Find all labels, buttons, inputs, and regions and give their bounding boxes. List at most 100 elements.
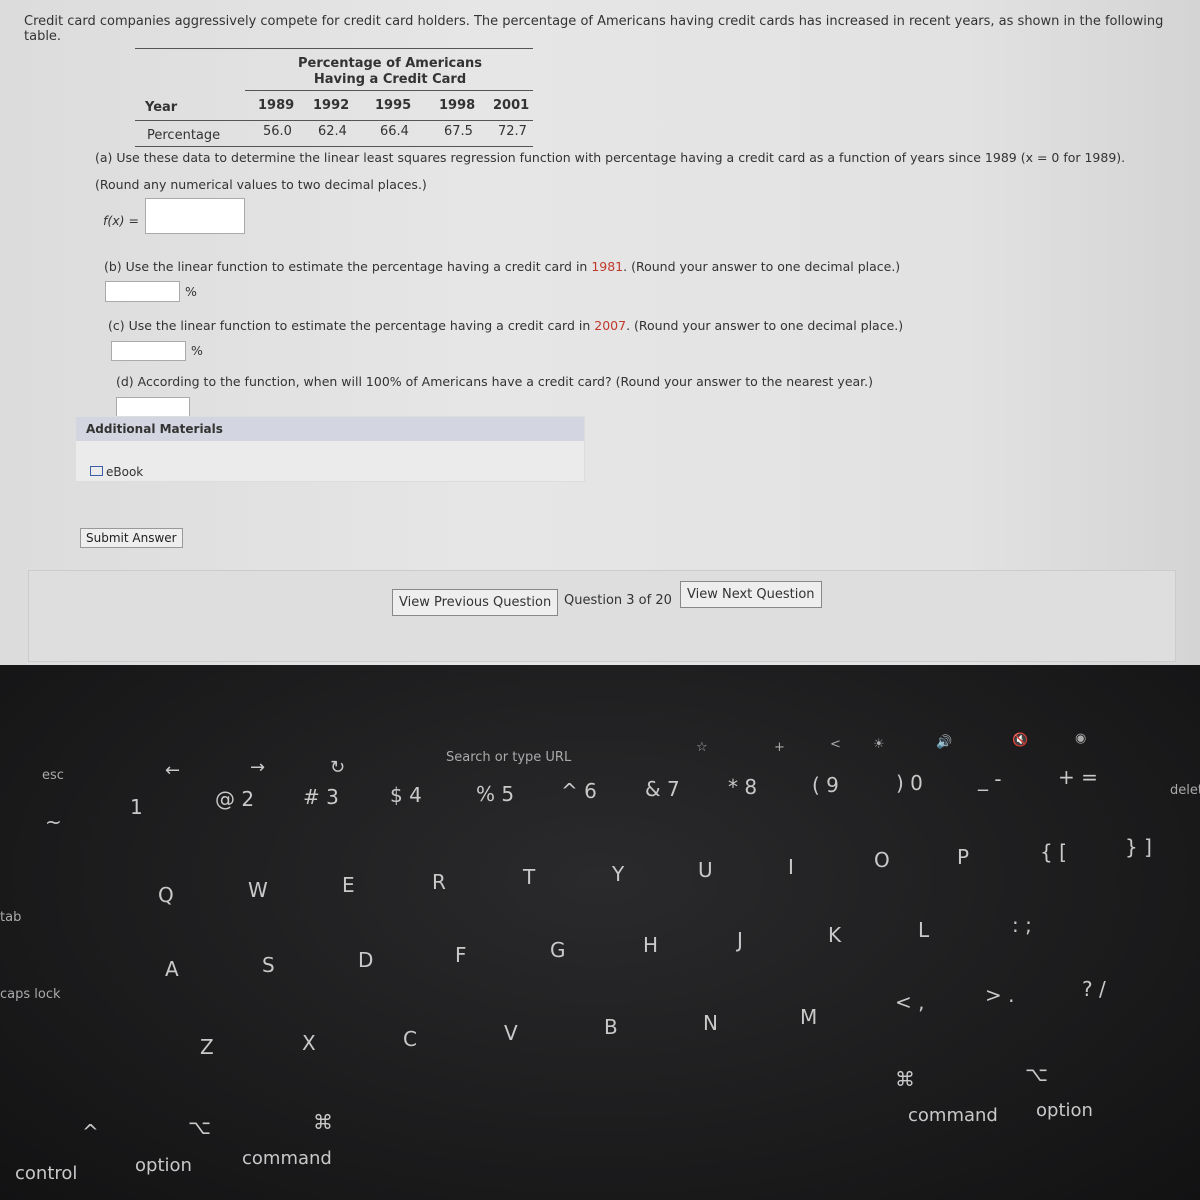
key-qrow-6[interactable]: Y (612, 862, 624, 886)
row-label-year: Year (145, 100, 178, 115)
key-qrow-9[interactable]: O (874, 848, 890, 872)
part-d-input[interactable] (116, 397, 190, 418)
part-c-input[interactable] (111, 341, 186, 361)
problem-intro: Credit card companies aggressively compe… (24, 14, 1164, 44)
book-icon (90, 466, 103, 476)
key-zrow-2[interactable]: C (403, 1027, 417, 1051)
key-touchbar-11[interactable]: ◉ (1075, 731, 1086, 746)
part-b-input[interactable] (105, 281, 180, 302)
year-cell: 2001 (493, 98, 530, 113)
key-qrow-3[interactable]: E (342, 873, 355, 897)
key-touchbar-1[interactable]: ← (165, 760, 180, 781)
year-cell: 1995 (375, 98, 412, 113)
key-qrow-2[interactable]: W (248, 878, 268, 902)
key-zrow-0[interactable]: Z (200, 1035, 214, 1059)
key-arow-10[interactable]: : ; (1012, 913, 1032, 937)
key-touchbar-3[interactable]: ↻ (330, 757, 345, 778)
key-zrow-8[interactable]: > . (985, 983, 1014, 1007)
table-rule (135, 120, 533, 121)
key-numbers-13[interactable]: delete (1170, 783, 1200, 798)
key-bottom-5[interactable]: command (242, 1148, 332, 1169)
key-arow-3[interactable]: D (358, 948, 373, 972)
key-numbers-2[interactable]: @ 2 (215, 787, 254, 811)
key-numbers-3[interactable]: # 3 (303, 785, 339, 809)
key-bottom-9[interactable]: option (1036, 1100, 1093, 1121)
key-bottom-8[interactable]: ⌥ (1025, 1062, 1048, 1086)
key-qrow-11[interactable]: { [ (1040, 840, 1067, 864)
submit-answer-button[interactable]: Submit Answer (80, 528, 183, 548)
ebook-link[interactable]: eBook (90, 465, 143, 479)
key-arow-6[interactable]: H (643, 933, 658, 957)
key-qrow-4[interactable]: R (432, 870, 446, 894)
key-arow-4[interactable]: F (455, 943, 467, 967)
key-zrow-5[interactable]: N (703, 1011, 718, 1035)
key-zrow-1[interactable]: X (302, 1031, 316, 1055)
key-touchbar-9[interactable]: 🔊 (936, 735, 952, 750)
table-rule (135, 146, 533, 147)
part-c-text: (c) Use the linear function to estimate … (108, 318, 903, 333)
key-numbers-5[interactable]: % 5 (476, 782, 514, 806)
additional-materials-panel: Additional Materials eBook (75, 416, 585, 482)
year-cell: 1998 (439, 98, 476, 113)
key-qrow-1[interactable]: Q (158, 883, 174, 907)
key-bottom-0[interactable]: ^ (82, 1120, 99, 1144)
key-bottom-7[interactable]: command (908, 1105, 998, 1126)
key-numbers-11[interactable]: _ - (978, 767, 1002, 791)
key-touchbar-4[interactable]: Search or type URL (446, 750, 571, 765)
key-numbers-1[interactable]: 1 (130, 795, 143, 819)
view-next-question-button[interactable]: View Next Question (680, 581, 822, 608)
key-qrow-0[interactable]: tab (0, 910, 21, 925)
key-numbers-0[interactable]: ~ (45, 810, 62, 834)
table-title: Percentage of Americans Having a Credit C… (295, 56, 485, 88)
key-numbers-8[interactable]: * 8 (728, 775, 757, 799)
part-b-text: (b) Use the linear function to estimate … (104, 259, 900, 274)
key-bottom-6[interactable]: ⌘ (895, 1067, 915, 1091)
key-qrow-12[interactable]: } ] (1125, 835, 1152, 859)
year-cell: 1989 (258, 98, 295, 113)
key-bottom-4[interactable]: ⌘ (313, 1110, 333, 1134)
year-cell: 1992 (313, 98, 350, 113)
key-qrow-8[interactable]: I (788, 855, 794, 879)
question-nav: View Previous Question Question 3 of 20 … (28, 570, 1176, 662)
percentage-cell: 56.0 (263, 124, 292, 139)
key-touchbar-8[interactable]: ☀ (873, 737, 885, 752)
key-touchbar-2[interactable]: → (250, 757, 265, 778)
key-zrow-6[interactable]: M (800, 1005, 817, 1029)
key-touchbar-0[interactable]: esc (42, 768, 64, 783)
table-rule (245, 90, 533, 91)
key-arow-5[interactable]: G (550, 938, 566, 962)
key-zrow-3[interactable]: V (504, 1021, 518, 1045)
key-bottom-2[interactable]: ⌥ (188, 1115, 211, 1139)
key-numbers-9[interactable]: ( 9 (812, 773, 839, 797)
key-touchbar-7[interactable]: < (830, 737, 841, 752)
fx-input[interactable] (145, 198, 245, 234)
table-rule (135, 48, 533, 49)
key-arow-7[interactable]: J (737, 928, 743, 952)
key-numbers-10[interactable]: ) 0 (896, 771, 923, 795)
browser-screen: Credit card companies aggressively compe… (0, 0, 1200, 665)
question-status: Question 3 of 20 (564, 593, 672, 608)
key-bottom-3[interactable]: option (135, 1155, 192, 1176)
key-numbers-12[interactable]: + = (1058, 765, 1098, 789)
key-numbers-7[interactable]: & 7 (645, 777, 680, 801)
key-zrow-4[interactable]: B (604, 1015, 618, 1039)
key-numbers-4[interactable]: $ 4 (390, 783, 422, 807)
key-zrow-7[interactable]: < , (895, 990, 924, 1014)
key-arow-8[interactable]: K (828, 923, 841, 947)
key-arow-0[interactable]: caps lock (0, 987, 61, 1002)
key-numbers-6[interactable]: ^ 6 (561, 779, 597, 803)
laptop-keyboard: esc ← → ↻ Search or type URL ☆ + < ☀ 🔊 🔇 ◉ ~1 @ 2 # 3 $… (0, 665, 1200, 1200)
key-touchbar-10[interactable]: 🔇 (1012, 733, 1028, 748)
key-qrow-10[interactable]: P (957, 845, 969, 869)
key-qrow-5[interactable]: T (523, 865, 535, 889)
key-arow-2[interactable]: S (262, 953, 275, 977)
key-touchbar-6[interactable]: + (774, 740, 785, 755)
key-zrow-9[interactable]: ? / (1082, 977, 1106, 1001)
key-touchbar-5[interactable]: ☆ (696, 740, 708, 755)
key-arow-1[interactable]: A (165, 957, 179, 981)
part-b-unit: % (185, 284, 197, 299)
key-qrow-7[interactable]: U (698, 858, 713, 882)
key-bottom-1[interactable]: control (15, 1163, 77, 1184)
view-previous-question-button[interactable]: View Previous Question (392, 589, 559, 616)
key-arow-9[interactable]: L (918, 918, 929, 942)
